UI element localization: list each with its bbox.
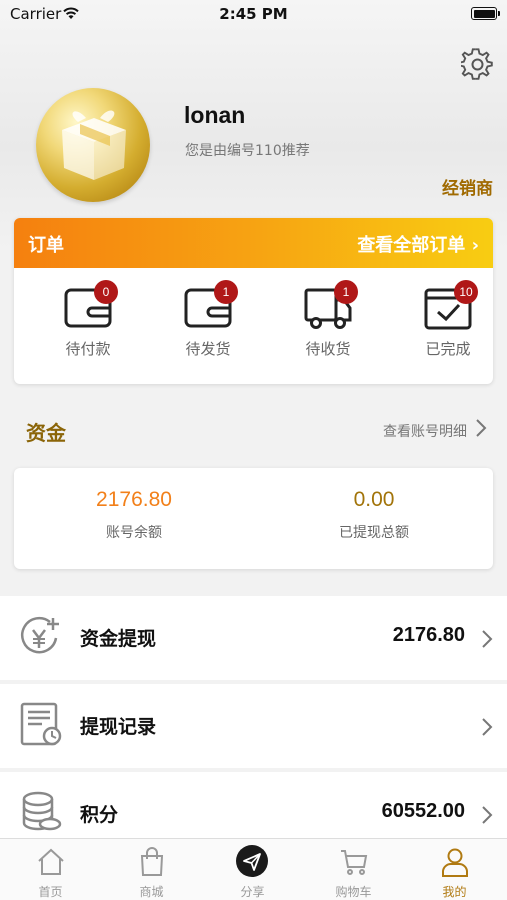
chevron-right-icon xyxy=(482,630,493,648)
order-status-label: 待收货 xyxy=(305,340,351,358)
total-withdrawn-value: 0.00 xyxy=(353,488,395,511)
tab-mine[interactable]: 我的 xyxy=(404,839,505,900)
shopping-bag-icon xyxy=(140,847,164,876)
tab-label: 分享 xyxy=(240,885,265,899)
tab-share[interactable]: 分享 xyxy=(202,839,303,900)
tab-label: 商城 xyxy=(139,885,164,899)
chevron-right-icon xyxy=(482,806,493,824)
share-icon xyxy=(236,845,268,877)
account-balance-value: 2176.80 xyxy=(96,488,172,511)
coins-icon xyxy=(22,791,62,831)
orders-title: 订单 xyxy=(28,235,64,256)
order-count-badge: 1 xyxy=(214,280,238,304)
chevron-right-icon xyxy=(482,718,493,736)
order-status-pending-payment[interactable]: 0 待付款 xyxy=(28,280,148,376)
total-withdrawn: 0.00 已提现总额 xyxy=(254,488,494,542)
avatar[interactable] xyxy=(36,88,150,202)
tab-label: 购物车 xyxy=(335,885,372,899)
orders-card: 订单 查看全部订单 › 0 待付款 1 待发货 1 待收货 10 已完成 xyxy=(14,218,493,384)
home-icon xyxy=(38,848,64,875)
gift-box-icon xyxy=(62,110,126,180)
tab-bar: 首页 商城 分享 购物车 我的 xyxy=(0,838,507,900)
yen-withdraw-icon xyxy=(21,616,59,654)
chevron-right-icon[interactable] xyxy=(475,417,487,439)
order-status-label: 待发货 xyxy=(185,340,231,358)
order-count-badge: 10 xyxy=(454,280,478,304)
list-item-label: 积分 xyxy=(80,804,119,826)
tab-mall[interactable]: 商城 xyxy=(101,839,202,900)
referral-text: 您是由编号110推荐 xyxy=(185,143,310,159)
record-icon xyxy=(20,702,62,746)
list-item-label: 提现记录 xyxy=(80,716,157,738)
view-account-details-link[interactable]: 查看账号明细 xyxy=(383,421,467,441)
account-balance-label: 账号余额 xyxy=(106,525,162,541)
funds-card: 2176.80 账号余额 0.00 已提现总额 xyxy=(14,468,493,569)
status-time: 2:45 PM xyxy=(219,5,288,23)
list-item-label: 资金提现 xyxy=(80,628,157,650)
order-count-badge: 1 xyxy=(334,280,358,304)
funds-section-title: 资金 xyxy=(26,421,66,445)
gear-icon[interactable] xyxy=(461,48,495,82)
list-item-withdraw-records[interactable]: 提现记录 xyxy=(0,684,507,768)
role-badge: 经销商 xyxy=(442,179,493,199)
user-name: lonan xyxy=(184,102,246,128)
cart-icon xyxy=(341,850,368,875)
list-item-withdraw[interactable]: 资金提现 2176.80 xyxy=(0,596,507,680)
total-withdrawn-label: 已提现总额 xyxy=(339,525,409,541)
order-status-pending-shipment[interactable]: 1 待发货 xyxy=(148,280,268,376)
tab-label: 我的 xyxy=(442,885,467,899)
orders-header[interactable]: 订单 查看全部订单 › xyxy=(14,218,493,268)
list-item-value: 2176.80 xyxy=(392,624,465,646)
tab-label: 首页 xyxy=(38,885,63,899)
tab-home[interactable]: 首页 xyxy=(0,839,101,900)
battery-icon xyxy=(471,7,500,20)
list-item-value: 60552.00 xyxy=(381,800,465,822)
view-all-orders-link[interactable]: 查看全部订单 › xyxy=(357,231,479,257)
status-bar: Carrier 2:45 PM xyxy=(0,0,507,30)
order-status-completed[interactable]: 10 已完成 xyxy=(388,280,493,376)
tab-cart[interactable]: 购物车 xyxy=(303,839,404,900)
user-icon xyxy=(442,848,468,877)
account-balance: 2176.80 账号余额 xyxy=(14,488,254,542)
order-status-pending-receipt[interactable]: 1 待收货 xyxy=(268,280,388,376)
order-status-label: 待付款 xyxy=(65,340,111,358)
order-count-badge: 0 xyxy=(94,280,118,304)
order-status-label: 已完成 xyxy=(425,340,471,358)
